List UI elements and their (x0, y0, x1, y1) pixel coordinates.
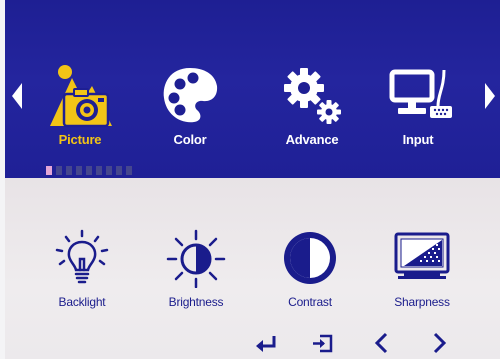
page-dot (76, 166, 82, 175)
submenu-item-label: Backlight (58, 295, 106, 309)
menu-item-picture[interactable]: Picture (40, 60, 120, 150)
menu-item-advance[interactable]: Advance (272, 60, 352, 150)
menu-item-label: Picture (58, 132, 102, 147)
menu-item-label: Advance (285, 132, 339, 147)
bulb-icon (52, 228, 112, 288)
page-indicator (46, 166, 132, 175)
page-dot (106, 166, 112, 175)
page-dot (86, 166, 92, 175)
submenu-item-label: Contrast (288, 295, 332, 309)
submenu-item-sharpness[interactable]: Sharpness (372, 228, 472, 318)
page-dot (126, 166, 132, 175)
menu-item-label: Input (402, 132, 434, 147)
menu-item-color[interactable]: Color (150, 60, 230, 150)
enter-icon[interactable] (252, 331, 282, 355)
sharpness-icon (392, 228, 452, 288)
sun-icon (166, 228, 226, 289)
monitor-input-icon (378, 60, 458, 130)
triangle-left-icon[interactable] (11, 82, 23, 110)
page-dot (96, 166, 102, 175)
page-dot (56, 166, 62, 175)
chevron-left-icon[interactable] (367, 331, 397, 355)
contrast-icon (280, 228, 340, 288)
menu-item-label: Color (173, 132, 207, 147)
exit-icon[interactable] (308, 331, 338, 355)
page-dot (66, 166, 72, 175)
osd-screen: Picture Color Advance Input Backlight Br… (0, 0, 500, 359)
picture-icon (40, 60, 120, 130)
submenu-item-backlight[interactable]: Backlight (32, 228, 132, 318)
page-dot-active (46, 166, 52, 175)
submenu-item-brightness[interactable]: Brightness (146, 228, 246, 318)
submenu-item-label: Brightness (168, 295, 224, 309)
gears-icon (272, 60, 352, 130)
submenu-item-label: Sharpness (394, 295, 450, 309)
triangle-right-icon[interactable] (484, 82, 496, 110)
chevron-right-icon[interactable] (424, 331, 454, 355)
page-dot (116, 166, 122, 175)
submenu-item-contrast[interactable]: Contrast (260, 228, 360, 318)
menu-item-input[interactable]: Input (378, 60, 458, 150)
palette-icon (150, 60, 230, 130)
